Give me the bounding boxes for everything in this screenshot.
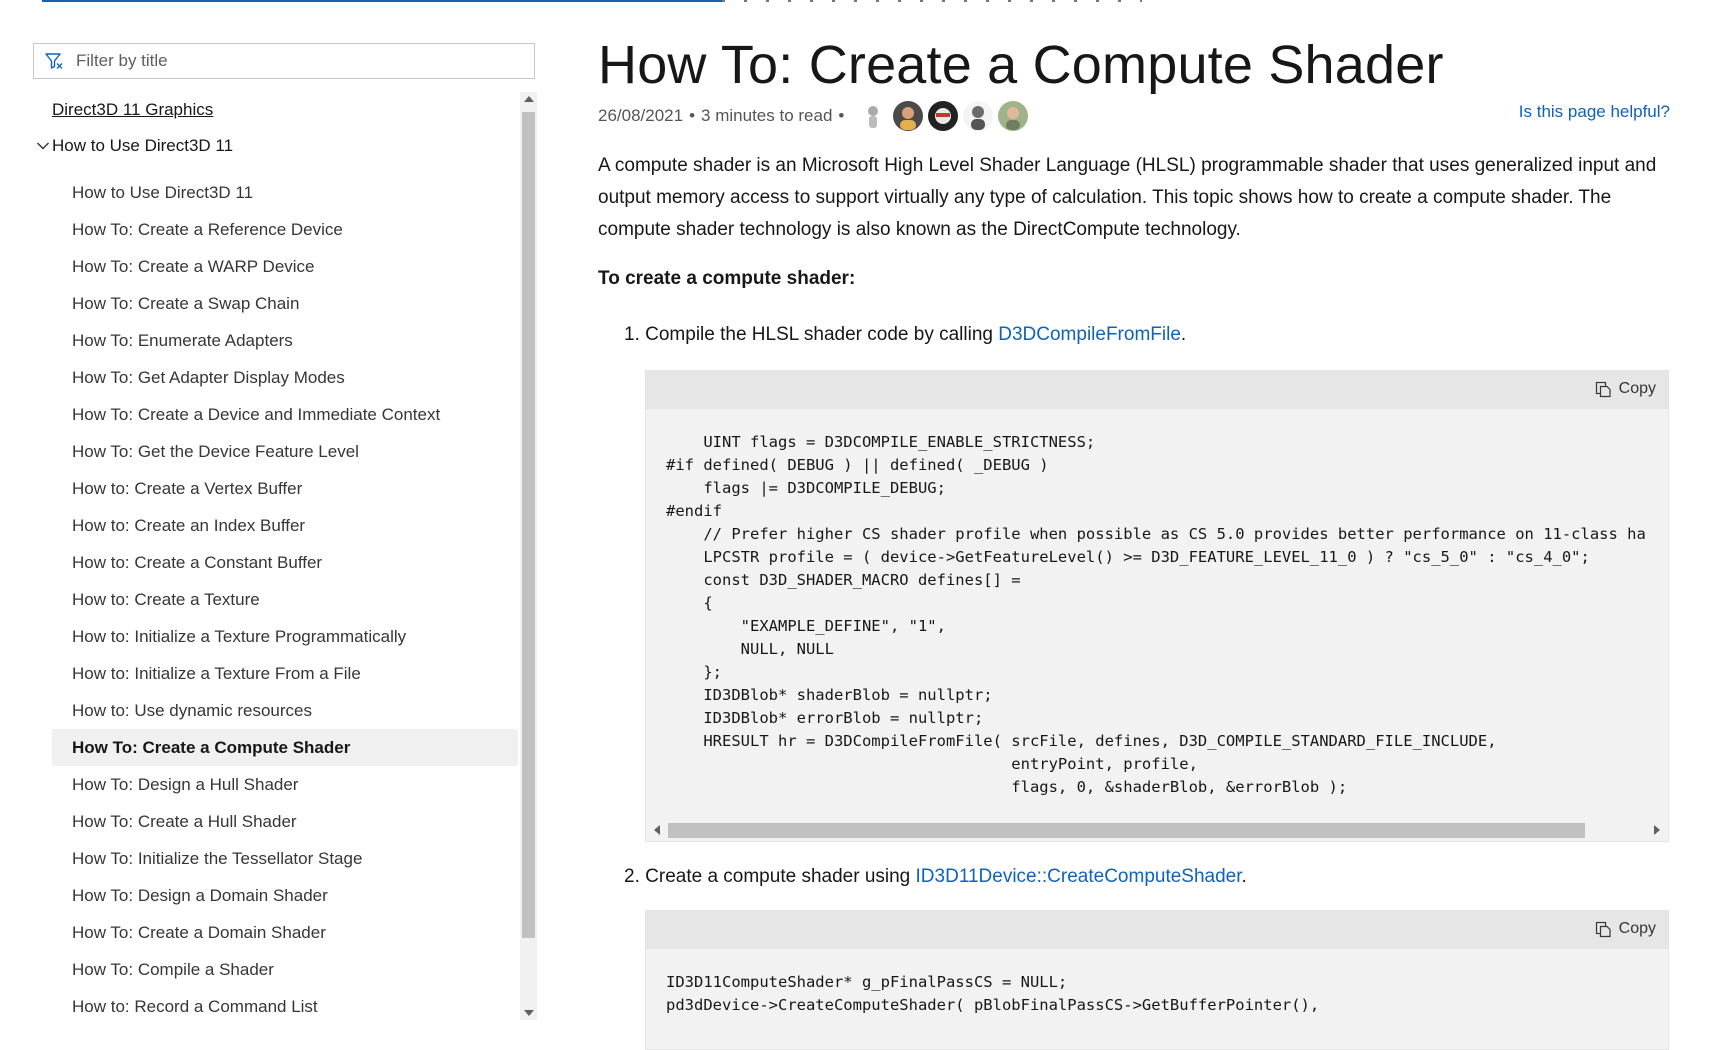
code-content: ID3D11ComputeShader* g_pFinalPassCS = NU… xyxy=(666,973,1320,1014)
toc-item[interactable]: How to: Initialize a Texture From a File xyxy=(52,655,518,692)
scroll-right-arrow-icon[interactable] xyxy=(1654,825,1660,835)
toc-item[interactable]: How To: Create a Domain Shader xyxy=(52,914,518,951)
toc-item[interactable]: How to: Create a Constant Buffer xyxy=(52,544,518,581)
toc-item[interactable]: How to: Record a Command List xyxy=(52,988,518,1020)
filter-box xyxy=(33,43,535,79)
toc-item-active[interactable]: How To: Create a Compute Shader xyxy=(52,729,518,766)
code-block-compile: Copy UINT flags = D3DCOMPILE_ENABLE_STRI… xyxy=(645,370,1669,842)
top-breadcrumb-strip xyxy=(0,0,1715,6)
step-punctuation: . xyxy=(1180,324,1187,345)
code-header: Copy xyxy=(646,371,1668,409)
toc-root-link[interactable]: Direct3D 11 Graphics xyxy=(52,100,213,120)
contributors-list xyxy=(858,101,1033,131)
toc-item[interactable]: How To: Create a Swap Chain xyxy=(52,285,518,322)
contributor-avatar[interactable] xyxy=(998,101,1029,131)
toc-item[interactable]: How To: Design a Domain Shader xyxy=(52,877,518,914)
copy-label: Copy xyxy=(1618,380,1656,397)
toc-item[interactable]: How to: Use dynamic resources xyxy=(52,692,518,729)
article-date: 26/08/2021 xyxy=(598,106,684,125)
person-icon xyxy=(928,101,959,131)
step-link-d3dcompilefromfile[interactable]: D3DCompileFromFile xyxy=(998,324,1181,345)
toc-item[interactable]: How To: Create a WARP Device xyxy=(52,248,518,285)
chevron-down-icon xyxy=(37,142,49,150)
breadcrumb-underline xyxy=(42,0,722,2)
copy-icon xyxy=(1595,381,1611,397)
intro-paragraph: A compute shader is an Microsoft High Le… xyxy=(598,155,1657,240)
step-number: 1. xyxy=(624,324,640,345)
toc-item[interactable]: How To: Get Adapter Display Modes xyxy=(52,359,518,396)
toc-item[interactable]: How To: Design a Hull Shader xyxy=(52,766,518,803)
article-metadata: 26/08/2021 • 3 minutes to read • xyxy=(598,101,1033,131)
toc-item[interactable]: How to: Create a Vertex Buffer xyxy=(52,470,518,507)
person-icon xyxy=(893,101,924,131)
step-1: 1. Compile the HLSL shader code by calli… xyxy=(624,324,1186,346)
toc-item[interactable]: How To: Initialize the Tessellator Stage xyxy=(52,840,518,877)
code-scrollbar-thumb[interactable] xyxy=(668,823,1585,838)
copy-icon xyxy=(1595,921,1611,937)
code-content: UINT flags = D3DCOMPILE_ENABLE_STRICTNES… xyxy=(666,433,1646,796)
step-punctuation: . xyxy=(1241,866,1247,887)
scroll-down-arrow-icon[interactable] xyxy=(524,1010,534,1016)
code-header: Copy xyxy=(646,911,1668,949)
toc-list: How to Use Direct3D 11 How To: Create a R… xyxy=(52,174,518,1020)
copy-button[interactable]: Copy xyxy=(1595,380,1656,398)
toc-group-how-to-use-direct3d-11[interactable]: How to Use Direct3D 11 xyxy=(36,136,233,156)
contributor-avatar[interactable] xyxy=(963,101,994,131)
step-text: Compile the HLSL shader code by calling xyxy=(645,324,999,345)
toc-item[interactable]: How To: Enumerate Adapters xyxy=(52,322,518,359)
copy-button[interactable]: Copy xyxy=(1595,920,1656,938)
filter-icon xyxy=(45,53,63,69)
toc-item[interactable]: How to: Create a Texture xyxy=(52,581,518,618)
code-horizontal-scrollbar[interactable] xyxy=(646,819,1668,841)
filter-input[interactable] xyxy=(74,50,534,72)
breadcrumb-remnant xyxy=(722,0,1142,2)
copy-label: Copy xyxy=(1618,920,1656,937)
contributor-avatar[interactable] xyxy=(858,101,889,131)
person-icon xyxy=(963,101,994,131)
step-number: 2. xyxy=(624,866,640,887)
toc-item[interactable]: How To: Create a Reference Device xyxy=(52,211,518,248)
toc-item[interactable]: How to: Initialize a Texture Programmati… xyxy=(52,618,518,655)
contributor-avatar[interactable] xyxy=(928,101,959,131)
step-text: Create a compute shader using xyxy=(645,866,916,887)
page-title: How To: Create a Compute Shader xyxy=(598,35,1444,95)
toc-item[interactable]: How To: Create a Hull Shader xyxy=(52,803,518,840)
code-block-create: Copy ID3D11ComputeShader* g_pFinalPassCS… xyxy=(645,910,1669,1050)
step-2: 2. Create a compute shader using ID3D11D… xyxy=(624,866,1247,888)
toc-scrollbar[interactable] xyxy=(520,92,537,1020)
read-time: 3 minutes to read xyxy=(701,106,833,125)
toc-item[interactable]: How to Use Direct3D 11 xyxy=(52,174,518,211)
person-icon xyxy=(998,101,1029,131)
meta-separator: • xyxy=(689,106,696,125)
toc-item[interactable]: How To: Compile a Shader xyxy=(52,951,518,988)
toc-item[interactable]: How To: Create a Device and Immediate Co… xyxy=(52,396,518,433)
person-icon xyxy=(858,101,889,131)
scroll-up-arrow-icon[interactable] xyxy=(524,96,534,102)
meta-separator: • xyxy=(838,106,845,125)
toc-item[interactable]: How To: Get the Device Feature Level xyxy=(52,433,518,470)
toc-group-label: How to Use Direct3D 11 xyxy=(52,136,234,155)
toc-tree: Direct3D 11 Graphics How to Use Direct3D… xyxy=(36,92,518,1020)
procedure-heading: To create a compute shader: xyxy=(598,268,856,289)
step-link-createcomputeshader[interactable]: ID3D11Device::CreateComputeShader xyxy=(916,866,1242,887)
contributor-avatar[interactable] xyxy=(893,101,924,131)
feedback-link[interactable]: Is this page helpful? xyxy=(1519,102,1670,122)
scroll-left-arrow-icon[interactable] xyxy=(654,825,660,835)
toc-item[interactable]: How to: Create an Index Buffer xyxy=(52,507,518,544)
toc-scrollbar-thumb[interactable] xyxy=(522,112,535,938)
